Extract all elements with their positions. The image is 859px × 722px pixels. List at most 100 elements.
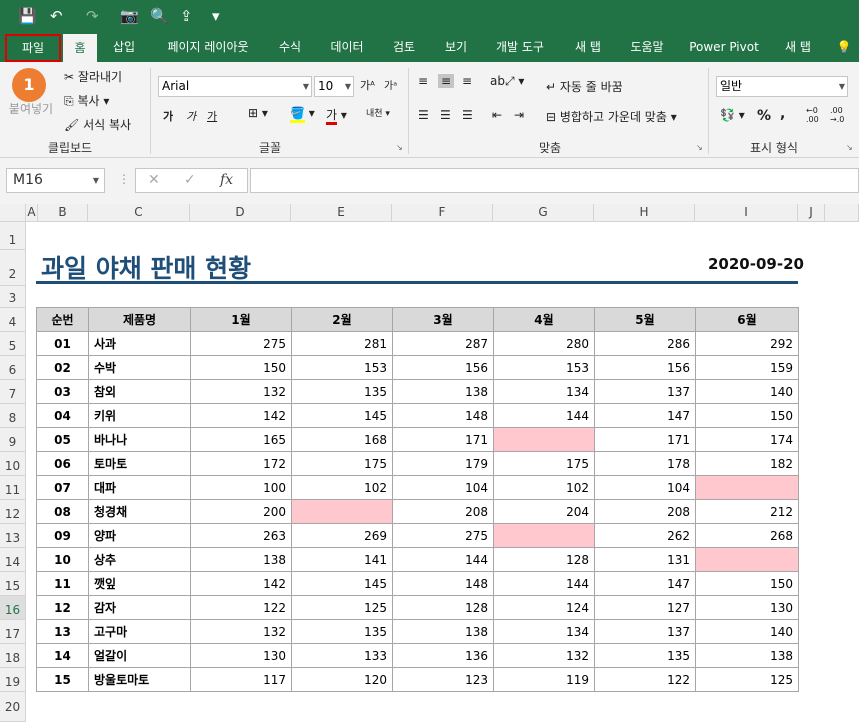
month-value-cell[interactable]: 102 <box>493 475 595 500</box>
month-value-cell[interactable]: 135 <box>594 643 696 668</box>
month-value-cell[interactable]: 280 <box>493 331 595 356</box>
dialog-launcher-icon[interactable]: ↘ <box>846 143 853 152</box>
month-value-cell[interactable]: 135 <box>291 379 393 404</box>
row-header[interactable]: 17 <box>0 620 26 644</box>
product-name-cell[interactable]: 깻잎 <box>88 571 191 596</box>
month-value-cell[interactable]: 208 <box>594 499 696 524</box>
month-value-cell[interactable]: 122 <box>594 667 696 692</box>
decrease-decimal-button[interactable]: .00 →.0 <box>830 106 844 124</box>
column-header-e[interactable]: E <box>291 204 392 222</box>
row-header[interactable]: 20 <box>0 692 26 722</box>
header-cell[interactable]: 3월 <box>392 307 494 332</box>
month-value-cell[interactable]: 125 <box>291 595 393 620</box>
index-cell[interactable]: 07 <box>36 475 89 500</box>
header-cell[interactable]: 2월 <box>291 307 393 332</box>
row-header[interactable]: 18 <box>0 644 26 668</box>
index-cell[interactable]: 13 <box>36 619 89 644</box>
month-value-cell[interactable]: 128 <box>493 547 595 572</box>
month-value-cell[interactable]: 120 <box>291 667 393 692</box>
month-value-cell[interactable] <box>695 547 799 572</box>
month-value-cell[interactable]: 135 <box>291 619 393 644</box>
undo-icon[interactable]: ↶ <box>50 6 63 26</box>
customize-toolbar-icon[interactable]: ▾ <box>212 6 220 26</box>
index-cell[interactable]: 01 <box>36 331 89 356</box>
product-name-cell[interactable]: 대파 <box>88 475 191 500</box>
month-value-cell[interactable]: 204 <box>493 499 595 524</box>
month-value-cell[interactable]: 153 <box>291 355 393 380</box>
tab-review[interactable]: 검토 <box>384 32 424 62</box>
product-name-cell[interactable]: 바나나 <box>88 427 191 452</box>
tab-insert[interactable]: 삽입 <box>104 32 144 62</box>
tab-power-pivot[interactable]: Power Pivot <box>686 32 762 62</box>
borders-button[interactable]: ⊞ ▾ <box>248 106 268 120</box>
align-bottom-button[interactable]: ≡ <box>462 74 472 88</box>
month-value-cell[interactable]: 104 <box>392 475 494 500</box>
month-value-cell[interactable]: 144 <box>493 403 595 428</box>
tab-data[interactable]: 데이터 <box>322 32 372 62</box>
tab-developer[interactable]: 개발 도구 <box>488 32 552 62</box>
column-header-h[interactable]: H <box>594 204 695 222</box>
month-value-cell[interactable]: 175 <box>291 451 393 476</box>
product-name-cell[interactable]: 방울토마토 <box>88 667 191 692</box>
header-cell[interactable]: 6월 <box>695 307 799 332</box>
column-header-j[interactable]: J <box>798 204 825 222</box>
column-header-b[interactable]: B <box>38 204 88 222</box>
save-icon[interactable]: 💾 <box>18 6 37 26</box>
month-value-cell[interactable]: 142 <box>190 571 292 596</box>
month-value-cell[interactable]: 175 <box>493 451 595 476</box>
orientation-button[interactable]: ab⤢ ▾ <box>490 74 524 89</box>
index-cell[interactable]: 08 <box>36 499 89 524</box>
column-header-a[interactable]: A <box>26 204 38 222</box>
month-value-cell[interactable]: 134 <box>493 379 595 404</box>
dialog-launcher-icon[interactable]: ↘ <box>696 143 703 152</box>
insert-function-icon[interactable]: fx <box>220 172 233 188</box>
cancel-icon[interactable]: ✕ <box>148 172 160 188</box>
tab-new-1[interactable]: 새 탭 <box>566 32 610 62</box>
month-value-cell[interactable]: 102 <box>291 475 393 500</box>
month-value-cell[interactable]: 179 <box>392 451 494 476</box>
tab-file[interactable]: 파일 <box>5 34 61 62</box>
product-name-cell[interactable]: 청경채 <box>88 499 191 524</box>
wrap-text-button[interactable]: ↵ 자동 줄 바꿈 <box>546 78 623 95</box>
month-value-cell[interactable]: 292 <box>695 331 799 356</box>
month-value-cell[interactable]: 156 <box>594 355 696 380</box>
tab-new-2[interactable]: 새 탭 <box>776 32 820 62</box>
index-cell[interactable]: 09 <box>36 523 89 548</box>
month-value-cell[interactable]: 122 <box>190 595 292 620</box>
month-value-cell[interactable] <box>493 523 595 548</box>
dialog-launcher-icon[interactable]: ↘ <box>396 143 403 152</box>
paste-button[interactable]: 붙여넣기 <box>6 100 56 118</box>
index-cell[interactable]: 02 <box>36 355 89 380</box>
increase-decimal-button[interactable]: ←0.00 <box>806 106 819 124</box>
product-name-cell[interactable]: 상추 <box>88 547 191 572</box>
row-header[interactable]: 11 <box>0 476 26 500</box>
row-header[interactable]: 14 <box>0 548 26 572</box>
month-value-cell[interactable]: 171 <box>594 427 696 452</box>
month-value-cell[interactable]: 123 <box>392 667 494 692</box>
month-value-cell[interactable]: 144 <box>392 547 494 572</box>
decrease-indent-button[interactable]: ⇤ <box>492 108 502 122</box>
month-value-cell[interactable]: 140 <box>695 379 799 404</box>
name-box[interactable]: M16 ▼ <box>6 168 105 193</box>
row-header[interactable]: 13 <box>0 524 26 548</box>
tab-formulas[interactable]: 수식 <box>270 32 310 62</box>
month-value-cell[interactable]: 159 <box>695 355 799 380</box>
phonetic-button[interactable]: 내천 ▾ <box>366 106 390 119</box>
month-value-cell[interactable]: 138 <box>190 547 292 572</box>
index-cell[interactable]: 06 <box>36 451 89 476</box>
month-value-cell[interactable]: 212 <box>695 499 799 524</box>
drag-handle-icon[interactable]: ⋮ <box>118 172 130 186</box>
month-value-cell[interactable]: 125 <box>695 667 799 692</box>
month-value-cell[interactable]: 142 <box>190 403 292 428</box>
index-cell[interactable]: 11 <box>36 571 89 596</box>
month-value-cell[interactable]: 275 <box>190 331 292 356</box>
row-header[interactable]: 12 <box>0 500 26 524</box>
align-left-button[interactable]: ☰ <box>418 108 429 122</box>
tab-view[interactable]: 보기 <box>436 32 476 62</box>
tab-page-layout[interactable]: 페이지 레이아웃 <box>158 32 258 62</box>
month-value-cell[interactable]: 178 <box>594 451 696 476</box>
column-header-i[interactable]: I <box>695 204 798 222</box>
index-cell[interactable]: 15 <box>36 667 89 692</box>
month-value-cell[interactable]: 138 <box>392 379 494 404</box>
row-header[interactable]: 10 <box>0 452 26 476</box>
